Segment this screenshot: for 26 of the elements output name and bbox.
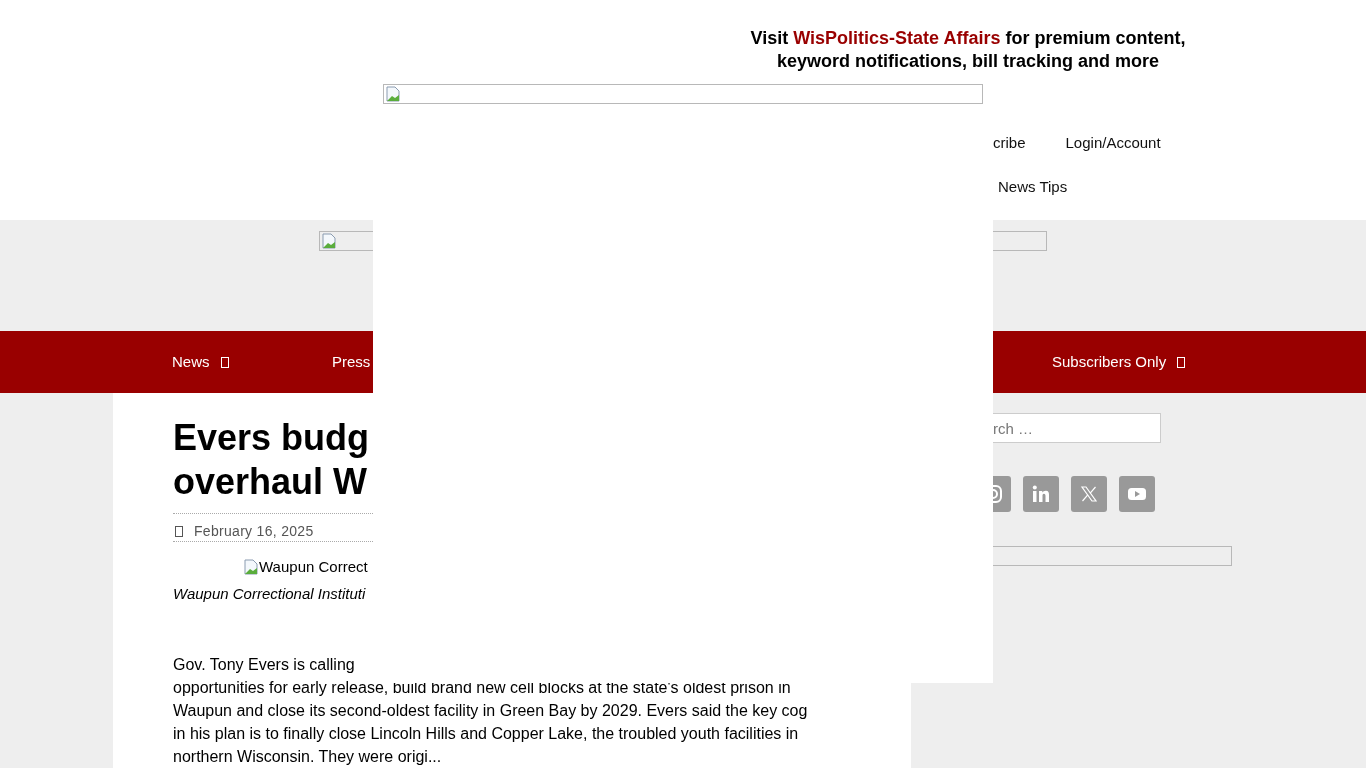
article-text-line: northern Wisconsin. They were origi...	[173, 747, 442, 767]
article-text-line: Waupun and close its second-oldest facility in Green Bay by 2029. Evers said the key cog	[173, 701, 808, 721]
article-text-line: in his plan is to finally close Lincoln Hills and Copper Lake, the troubled youth facilities in	[173, 724, 799, 744]
linkedin-icon[interactable]	[1023, 476, 1059, 512]
promo-link[interactable]: WisPolitics-State Affairs	[793, 28, 1001, 48]
x-icon[interactable]	[1071, 476, 1107, 512]
nav-item[interactable]: News	[172, 353, 229, 371]
image-caption: Waupun Correctional Instituti	[173, 585, 367, 602]
broken-image-icon	[243, 558, 259, 575]
missing-glyph-icon	[175, 525, 183, 537]
post-date: February 16, 2025	[194, 523, 314, 539]
image-alt-text: Waupun Correct	[259, 558, 368, 575]
promo-text: Visit WisPolitics-State Affairs for premium content, keyword notifications, bill tracking and more	[749, 27, 1187, 73]
missing-glyph-icon	[220, 356, 229, 368]
header-link[interactable]: News Tips	[998, 178, 1068, 196]
header-link[interactable]: Login/Account	[1065, 134, 1161, 152]
missing-glyph-icon	[1177, 356, 1186, 368]
article-title: Evers budg	[173, 416, 370, 460]
broken-image-icon	[321, 233, 337, 249]
search-field[interactable]: rch …	[993, 413, 1161, 443]
header-link[interactable]: cribe	[993, 134, 1026, 152]
article-title: overhaul W	[173, 460, 368, 504]
nav-item[interactable]: Press	[332, 353, 371, 371]
nav-item[interactable]: Subscribers Only	[1052, 353, 1186, 371]
article-text-line: Gov. Tony Evers is calling	[173, 655, 355, 675]
youtube-icon[interactable]	[1119, 476, 1155, 512]
